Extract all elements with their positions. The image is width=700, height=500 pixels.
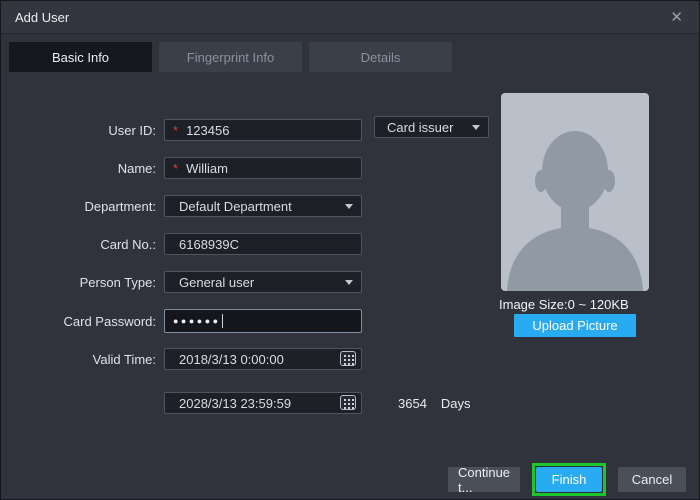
card-issuer-select[interactable]: Card issuer [374,116,489,138]
name-value: William [186,161,228,176]
card-no-input[interactable]: 6168939C [164,233,362,255]
department-value: Default Department [171,199,292,214]
required-asterisk: * [173,162,178,175]
text-cursor [222,314,223,328]
finish-button[interactable]: Finish [536,467,602,492]
chevron-down-icon [472,125,480,130]
days-unit: Days [441,396,471,411]
tab-basic-info[interactable]: Basic Info [9,42,152,72]
add-user-dialog: Add User ✕ Basic Info Fingerprint Info D… [0,0,700,500]
person-type-value: General user [171,275,254,290]
required-asterisk: * [173,124,178,137]
card-password-input[interactable]: ●●●●●● [164,309,362,333]
avatar [501,93,649,291]
valid-time-end-input[interactable]: 2028/3/13 23:59:59 [164,392,362,414]
valid-time-start-input[interactable]: 2018/3/13 0:00:00 [164,348,362,370]
department-row: Department: Default Department [6,195,486,217]
days-value: 3654 [398,396,427,411]
image-size-hint: Image Size:0 ~ 120KB [499,297,629,312]
name-label: Name: [6,161,156,176]
finish-button-highlight: Finish [532,463,606,496]
valid-time-start-value: 2018/3/13 0:00:00 [171,352,284,367]
person-type-row: Person Type: General user [6,271,486,293]
valid-time-end-row: 2028/3/13 23:59:59 3654 Days [6,392,486,414]
card-password-value: ●●●●●● [171,316,221,326]
calendar-icon[interactable] [340,351,356,366]
user-id-input[interactable]: * 123456 [164,119,362,141]
user-id-label: User ID: [6,123,156,138]
continue-button[interactable]: Continue t... [448,467,520,492]
cancel-button[interactable]: Cancel [618,467,686,492]
tab-bar: Basic Info Fingerprint Info Details [9,42,699,72]
dialog-title: Add User [15,10,69,25]
name-input[interactable]: * William [164,157,362,179]
close-icon[interactable]: ✕ [670,10,683,25]
card-issuer-wrap: Card issuer [374,116,489,138]
dialog-titlebar: Add User ✕ [1,1,699,34]
user-id-value: 123456 [186,123,229,138]
valid-time-start-row: Valid Time: 2018/3/13 0:00:00 [6,348,486,370]
name-row: Name: * William [6,157,486,179]
department-label: Department: [6,199,156,214]
person-silhouette-icon [501,93,649,291]
dialog-footer: Continue t... Finish Cancel [448,463,686,496]
calendar-icon[interactable] [340,395,356,410]
card-no-label: Card No.: [6,237,156,252]
person-type-select[interactable]: General user [164,271,362,293]
person-type-label: Person Type: [6,275,156,290]
chevron-down-icon [345,204,353,209]
card-password-label: Card Password: [6,314,156,329]
valid-time-end-value: 2028/3/13 23:59:59 [171,396,291,411]
chevron-down-icon [345,280,353,285]
card-password-row: Card Password: ●●●●●● [6,309,486,333]
card-no-row: Card No.: 6168939C [6,233,486,255]
upload-picture-button[interactable]: Upload Picture [514,314,636,337]
tab-fingerprint-info[interactable]: Fingerprint Info [159,42,302,72]
department-select[interactable]: Default Department [164,195,362,217]
valid-time-label: Valid Time: [6,352,156,367]
card-no-value: 6168939C [171,237,239,252]
tab-details[interactable]: Details [309,42,452,72]
days-readout: 3654 Days [398,396,471,411]
card-issuer-value: Card issuer [381,120,453,135]
basic-info-form: User ID: * 123456 Name: * William Depart… [6,119,486,430]
